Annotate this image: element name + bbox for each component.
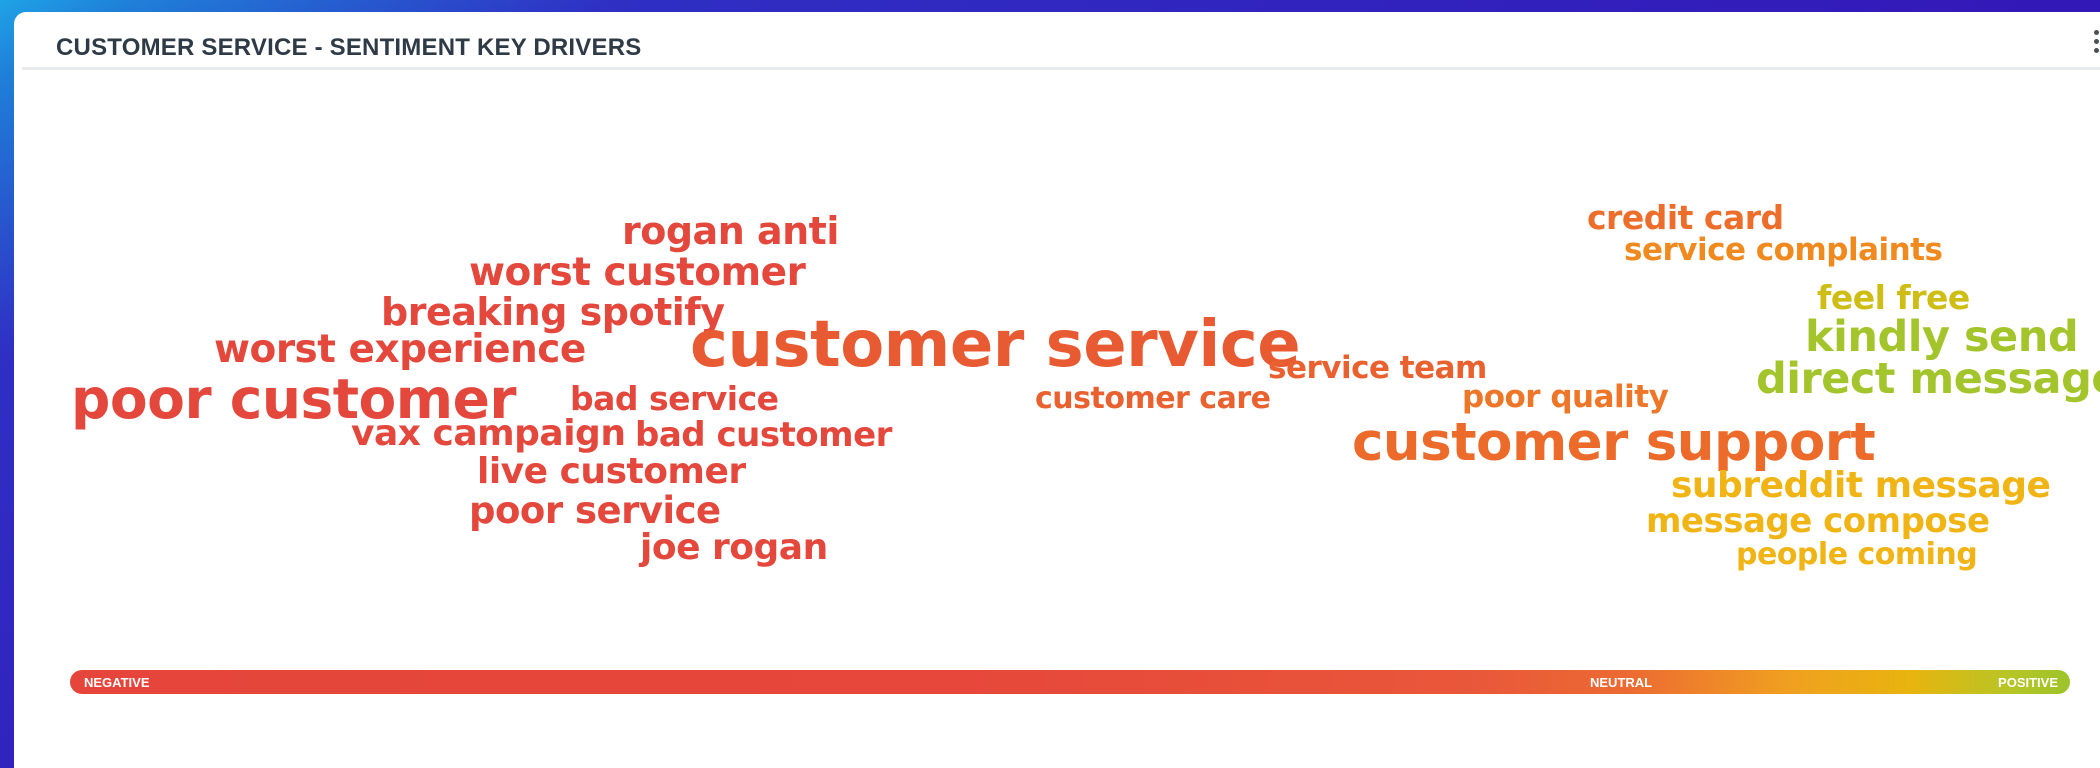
word-feel-free[interactable]: feel free (1817, 281, 1970, 314)
word-kindly-send[interactable]: kindly send (1805, 316, 2079, 359)
word-service-team[interactable]: service team (1268, 353, 1487, 384)
scale-label-positive: POSITIVE (1998, 675, 2058, 690)
word-poor-service[interactable]: poor service (469, 492, 721, 529)
word-bad-customer[interactable]: bad customer (635, 418, 892, 452)
scale-label-neutral: NEUTRAL (1590, 675, 1653, 690)
word-service-complaints[interactable]: service complaints (1624, 235, 1943, 266)
word-customer-care[interactable]: customer care (1035, 384, 1271, 414)
word-credit-card[interactable]: credit card (1587, 201, 1784, 234)
scale-label-negative: NEGATIVE (84, 675, 150, 690)
word-breaking-spotify[interactable]: breaking spotify (381, 293, 725, 331)
word-rogan-anti[interactable]: rogan anti (622, 212, 839, 250)
word-poor-quality[interactable]: poor quality (1462, 382, 1669, 413)
word-joe-rogan[interactable]: joe rogan (640, 530, 828, 566)
word-people-coming[interactable]: people coming (1736, 540, 1978, 570)
word-customer-service[interactable]: customer service (690, 313, 1301, 377)
word-worst-customer[interactable]: worst customer (469, 253, 806, 292)
word-direct-message[interactable]: direct message (1756, 358, 2100, 401)
word-worst-experience[interactable]: worst experience (214, 330, 586, 369)
word-vax-campaign[interactable]: vax campaign (351, 416, 626, 452)
word-customer-support[interactable]: customer support (1352, 416, 1876, 469)
word-cloud: rogan anti worst customer breaking spoti… (14, 12, 2100, 768)
word-live-customer[interactable]: live customer (477, 454, 746, 490)
sentiment-drivers-panel: CUSTOMER SERVICE - SENTIMENT KEY DRIVERS… (14, 12, 2100, 768)
word-message-compose[interactable]: message compose (1646, 504, 1990, 538)
word-bad-service[interactable]: bad service (570, 382, 779, 415)
sentiment-scale-bar: NEGATIVE NEUTRAL POSITIVE (70, 670, 2070, 694)
word-subreddit-message[interactable]: subreddit message (1671, 468, 2051, 504)
